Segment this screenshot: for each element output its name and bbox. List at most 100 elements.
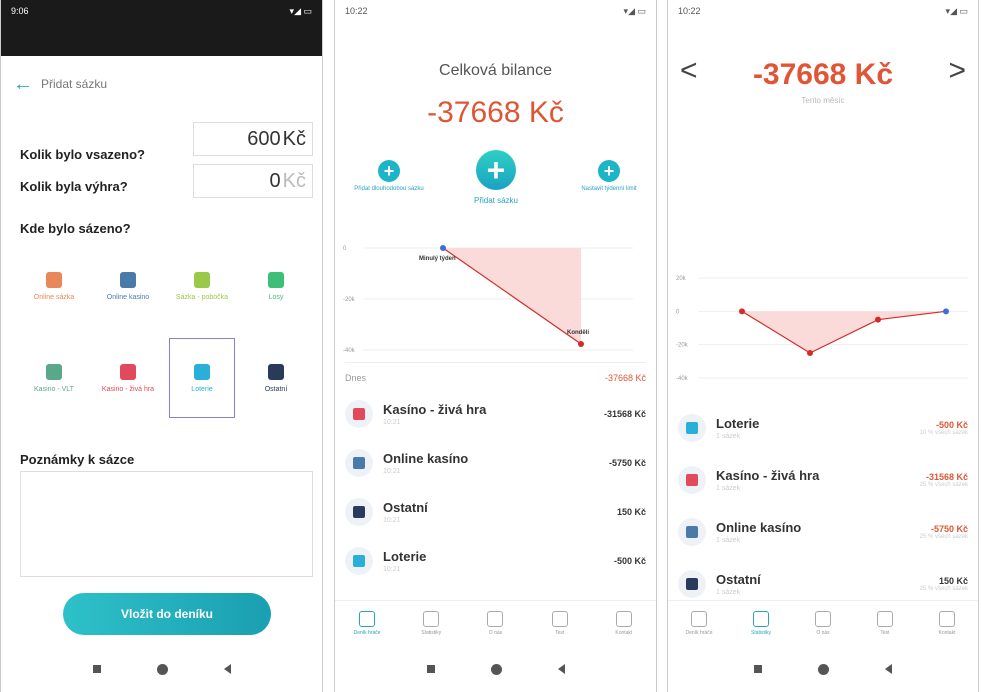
tab-item[interactable]: O nás xyxy=(796,611,850,636)
category-option[interactable]: Kasino - VLT xyxy=(21,338,87,418)
category-icon xyxy=(46,363,62,380)
item-percent: 10 % všech sázek xyxy=(919,430,968,436)
category-icon xyxy=(120,363,136,380)
item-count: 1 sázek xyxy=(716,485,741,492)
status-icons: ▾◢ ▭ xyxy=(289,6,312,16)
list-item[interactable]: Kasíno - živá hra 10:21 -31568 Kč xyxy=(345,392,646,436)
list-item[interactable]: Loterie 1 sázek -500 Kč 10 % všech sázek xyxy=(678,406,968,450)
plus-icon: + xyxy=(598,160,620,182)
category-option[interactable]: Online kasino xyxy=(95,246,161,326)
staked-label: Kolik bylo vsazeno? xyxy=(20,147,145,162)
weekly-limit-button[interactable]: + Nastavit týdenní limit xyxy=(569,160,649,192)
category-option[interactable]: Loterie xyxy=(169,338,235,418)
month-subtitle: Tento měsíc xyxy=(801,96,845,105)
y-tick: 0 xyxy=(676,309,680,315)
item-name: Ostatní xyxy=(383,500,428,515)
submit-button[interactable]: Vložit do deníku xyxy=(63,593,271,635)
header: ← Přidat sázku xyxy=(13,74,107,94)
item-amount: 150 Kč xyxy=(616,507,646,517)
tab-label: Test xyxy=(555,630,565,636)
category-label: Loterie xyxy=(191,385,213,393)
add-bet-screen: 9:06 ▾◢ ▭ ← Přidat sázku Kolik bylo vsaz… xyxy=(0,0,323,692)
status-bar: 10:22 ▾◢ ▭ xyxy=(668,0,978,22)
status-bar: 10:22 ▾◢ ▭ xyxy=(335,0,656,22)
item-amount: -31568 Kč xyxy=(603,409,646,419)
page-title: Přidat sázku xyxy=(41,77,108,91)
item-amount: -500 Kč xyxy=(935,420,968,430)
tab-item[interactable]: Deník hráče xyxy=(672,611,726,636)
tab-item[interactable]: Statistiky xyxy=(734,611,788,636)
category-option[interactable]: Online sázka xyxy=(21,246,87,326)
data-point xyxy=(578,341,584,348)
category-label: Kasino - VLT xyxy=(34,385,74,393)
won-field[interactable]: 0 Kč xyxy=(193,164,313,198)
category-grid: Online sázka Online kasino Sázka - pobočka… xyxy=(21,246,311,418)
android-navbar xyxy=(1,646,322,692)
category-icon xyxy=(678,466,706,494)
tab-label: Deník hráče xyxy=(353,630,381,636)
item-time: 10:21 xyxy=(383,566,401,573)
item-time: 10:21 xyxy=(383,517,401,524)
category-option[interactable]: Ostatní xyxy=(243,338,309,418)
page-title: Celková bilance xyxy=(439,62,552,79)
back-arrow-icon[interactable]: ← xyxy=(13,74,33,94)
home-icon[interactable] xyxy=(490,663,502,675)
item-percent: 25 % všech sázek xyxy=(919,482,968,488)
tab-label: Test xyxy=(880,630,890,636)
item-amount: -500 Kč xyxy=(613,556,646,566)
home-icon[interactable] xyxy=(818,663,829,675)
category-option[interactable]: Kasino - živá hra xyxy=(95,338,161,418)
tab-item[interactable]: Kontakt xyxy=(597,611,651,636)
tab-item[interactable]: Deník hráče xyxy=(340,611,394,636)
tab-icon xyxy=(691,611,707,627)
tab-item[interactable]: Test xyxy=(858,611,912,636)
tab-label: Kontakt xyxy=(938,630,956,636)
tab-item[interactable]: O nás xyxy=(468,611,522,636)
recents-icon[interactable] xyxy=(754,665,762,673)
status-icons: ▾◢ ▭ xyxy=(945,5,968,16)
add-bet-label: Přidat sázku xyxy=(473,196,519,205)
item-name: Kasíno - živá hra xyxy=(716,468,820,483)
back-icon[interactable] xyxy=(885,664,892,674)
add-long-bet-button[interactable]: + Přidat dlouhodobou sázku xyxy=(349,160,429,192)
item-time: 10:21 xyxy=(383,468,401,475)
point-label: Minulý týden xyxy=(419,256,456,262)
category-option[interactable]: Sázka - pobočka xyxy=(169,246,235,326)
tab-label: Statistiky xyxy=(750,630,771,636)
data-point xyxy=(739,308,745,315)
staked-currency: Kč xyxy=(282,127,306,150)
recents-icon[interactable] xyxy=(426,665,435,673)
list-item[interactable]: Loterie 10:21 -500 Kč xyxy=(345,539,646,583)
status-time: 9:06 xyxy=(11,6,29,16)
data-point xyxy=(807,350,813,356)
list-item[interactable]: Ostatní 10:21 150 Kč xyxy=(345,490,646,534)
tab-item[interactable]: Kontakt xyxy=(920,611,974,636)
category-option[interactable]: Losy xyxy=(243,246,309,326)
y-tick: -20k xyxy=(676,343,689,349)
item-name: Online kasíno xyxy=(716,520,802,535)
category-icon xyxy=(678,414,706,442)
home-icon[interactable] xyxy=(156,663,168,675)
list-item[interactable]: Kasíno - živá hra 1 sázek -31568 Kč 25 % vš… xyxy=(678,458,968,502)
y-tick: -40k xyxy=(343,348,356,354)
item-name: Loterie xyxy=(716,416,760,431)
tab-item[interactable]: Test xyxy=(533,611,587,636)
weekly-limit-label: Nastavit týdenní limit xyxy=(581,186,637,192)
won-value: 0 xyxy=(269,169,281,192)
list-item[interactable]: Online kasíno 10:21 -5750 Kč xyxy=(345,441,646,485)
point-label: Kondělí xyxy=(567,330,589,336)
category-label: Online kasino xyxy=(106,293,150,301)
back-icon[interactable] xyxy=(557,664,565,674)
divider xyxy=(345,362,646,363)
tab-bar: Deník hráče Statistiky O nás Test Kontakt xyxy=(335,600,656,646)
recents-icon[interactable] xyxy=(92,665,101,673)
list-item[interactable]: Online kasíno 1 sázek -5750 Kč 25 % všech s… xyxy=(678,510,968,554)
tab-label: Statistiky xyxy=(421,630,442,636)
data-point xyxy=(875,316,881,323)
category-icon xyxy=(345,547,373,575)
notes-textarea[interactable] xyxy=(20,471,313,577)
add-bet-button[interactable]: + Přidat sázku xyxy=(456,150,536,205)
tab-item[interactable]: Statistiky xyxy=(404,611,458,636)
staked-field[interactable]: 600 Kč xyxy=(193,122,313,156)
back-icon[interactable] xyxy=(223,664,231,674)
